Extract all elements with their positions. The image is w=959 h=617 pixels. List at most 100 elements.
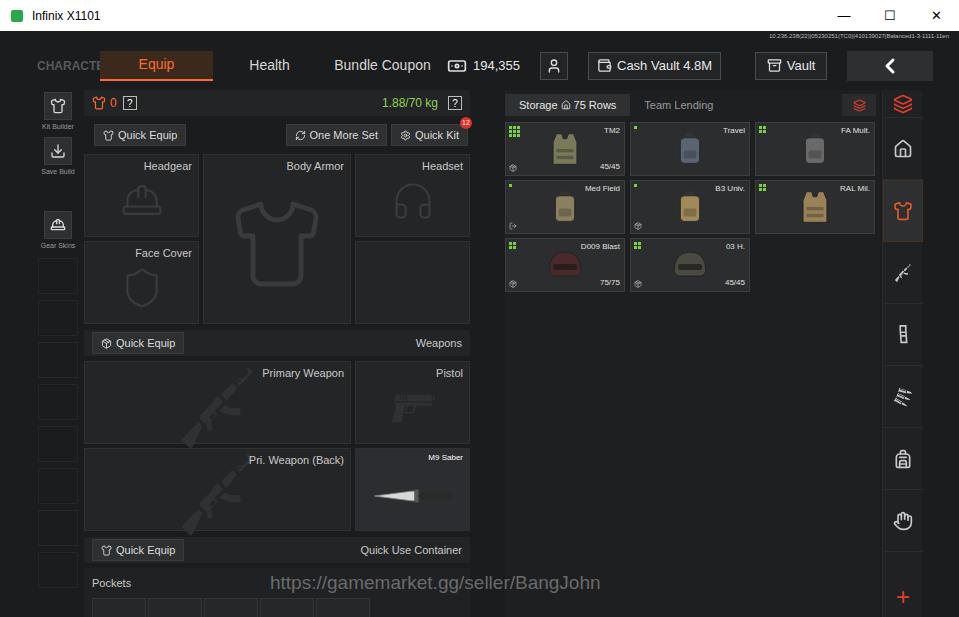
category-icon <box>893 94 913 114</box>
category-tab[interactable] <box>883 428 923 490</box>
quick-kit-badge: 12 <box>460 117 472 129</box>
empty-gear-slot[interactable] <box>355 241 470 324</box>
gear-slot[interactable]: Body Armor <box>203 154 351 324</box>
item-name: D009 Blast <box>581 241 620 253</box>
window-control-button[interactable]: ☐ <box>867 0 913 31</box>
weapon-slot[interactable]: Pri. Weapon (Back) <box>84 448 351 531</box>
category-tab[interactable] <box>883 242 923 304</box>
sidebar-item[interactable]: Gear Skins <box>38 211 78 252</box>
quick-kit-button[interactable]: Quick Kit <box>391 124 468 146</box>
nav-tab[interactable]: Health <box>213 51 326 81</box>
filter-icon <box>853 99 866 112</box>
category-tab[interactable] <box>883 118 923 180</box>
back-button[interactable] <box>847 51 933 81</box>
pocket-slot[interactable] <box>92 598 146 617</box>
money-display: 194,355 <box>447 56 520 76</box>
sidebar-item[interactable]: Kit Builder <box>38 92 78 133</box>
pocket-slot[interactable] <box>148 598 202 617</box>
nav-tab[interactable]: Equip <box>100 51 213 81</box>
storage-rows: 75 Rows <box>574 97 617 114</box>
quick-kit-wrap: Quick Kit12 <box>391 124 468 146</box>
quick-equip-button[interactable]: Quick Equip <box>92 539 184 561</box>
size-mark <box>513 126 516 129</box>
sidebar-icon-box <box>44 92 72 120</box>
quick-equip-button[interactable]: Quick Equip <box>94 124 186 146</box>
size-mark <box>759 126 762 129</box>
nav-tab[interactable]: Bundle Coupon <box>326 51 439 81</box>
category-icon <box>893 449 913 469</box>
profile-button[interactable] <box>540 52 568 80</box>
slot-label: Headset <box>422 158 463 175</box>
helmet-icon <box>670 248 710 282</box>
category-tab[interactable] <box>883 180 923 242</box>
storage-item[interactable]: 03 H.45/45 <box>630 238 750 292</box>
category-icon <box>893 201 913 221</box>
vault-button[interactable]: Vault <box>755 52 827 80</box>
window-control-button[interactable]: ✕ <box>913 0 959 31</box>
help-badge[interactable]: ? <box>448 96 462 110</box>
weapons-grid: Primary Weapon PistolPri. Weapon (Back)M9… <box>84 361 470 531</box>
vest-icon <box>798 187 832 227</box>
weapon-silhouette-icon <box>389 384 437 432</box>
size-marks <box>634 242 641 249</box>
window-control-button[interactable]: — <box>821 0 867 31</box>
title-bar: Infinix X1101—☐✕ <box>0 0 959 31</box>
size-mark <box>634 126 637 129</box>
banknote-icon <box>447 56 467 76</box>
size-marks <box>634 126 637 129</box>
storage-item[interactable]: TM245/45 <box>505 122 625 176</box>
size-marks <box>634 184 637 187</box>
slot-label: Primary Weapon <box>262 365 344 382</box>
sidebar-label: Save Build <box>41 167 74 178</box>
storage-item[interactable]: B3 Univ. <box>630 180 750 234</box>
slot-silhouette-icon <box>120 266 164 310</box>
left-sidebar: Kit Builder Save Build Gear Skins <box>38 90 78 617</box>
pockets-title: Pockets <box>92 577 131 589</box>
sidebar-item[interactable]: Save Build <box>38 137 78 178</box>
insured-icon <box>634 222 642 230</box>
pocket-slot[interactable] <box>204 598 258 617</box>
category-tab[interactable] <box>883 304 923 366</box>
category-tab[interactable] <box>883 366 923 428</box>
storage-filter-button[interactable] <box>842 94 876 116</box>
backpack-icon <box>799 129 831 169</box>
storage-panel: Storage75 RowsTeam LendingTM245/45Travel… <box>505 90 880 617</box>
size-mark <box>638 242 641 245</box>
size-mark <box>513 130 516 133</box>
category-tab[interactable] <box>883 90 923 118</box>
storage-item[interactable]: RAL Mil. <box>755 180 875 234</box>
gear-slot[interactable]: Headgear <box>84 154 199 237</box>
button-label: One More Set <box>310 127 378 144</box>
gear-slot[interactable]: Face Cover <box>84 241 199 324</box>
sidebar-icon <box>50 143 66 159</box>
sidebar-icon-box <box>44 137 72 165</box>
weapon-slot[interactable]: Primary Weapon <box>84 361 351 444</box>
sidebar-label: Gear Skins <box>41 241 76 252</box>
house-icon <box>561 100 571 110</box>
storage-item[interactable]: Med Field <box>505 180 625 234</box>
weapon-slot[interactable]: Pistol <box>355 361 470 444</box>
help-badge[interactable]: ? <box>123 96 137 110</box>
pocket-slot[interactable] <box>260 598 314 617</box>
pocket-slot[interactable] <box>316 598 370 617</box>
gear-slot[interactable]: Headset <box>355 154 470 237</box>
size-mark <box>763 188 766 191</box>
insured-icon <box>634 280 642 288</box>
slot-label: Face Cover <box>135 245 192 262</box>
build-info: 10.236.238(22)|05230251(TC0)|410139027|B… <box>769 33 949 39</box>
category-tab[interactable] <box>883 490 923 552</box>
cash-vault-button[interactable]: Cash Vault 4.8M <box>588 52 721 80</box>
storage-item[interactable]: D009 Blast75/75 <box>505 238 625 292</box>
storage-tab[interactable]: Team Lending <box>630 94 727 116</box>
storage-item[interactable]: FA Mult. <box>755 122 875 176</box>
storage-item[interactable]: Travel <box>630 122 750 176</box>
category-icon <box>892 324 914 346</box>
add-button[interactable]: + <box>883 581 923 613</box>
storage-tab[interactable]: Storage75 Rows <box>505 94 630 116</box>
one-more-set-button[interactable]: One More Set <box>286 124 387 146</box>
size-marks <box>759 184 766 191</box>
item-durability: 45/45 <box>600 161 620 173</box>
quick-equip-button[interactable]: Quick Equip <box>92 332 184 354</box>
weapon-slot[interactable]: M9 Saber <box>355 448 470 531</box>
slot-silhouette-icon <box>391 179 435 223</box>
